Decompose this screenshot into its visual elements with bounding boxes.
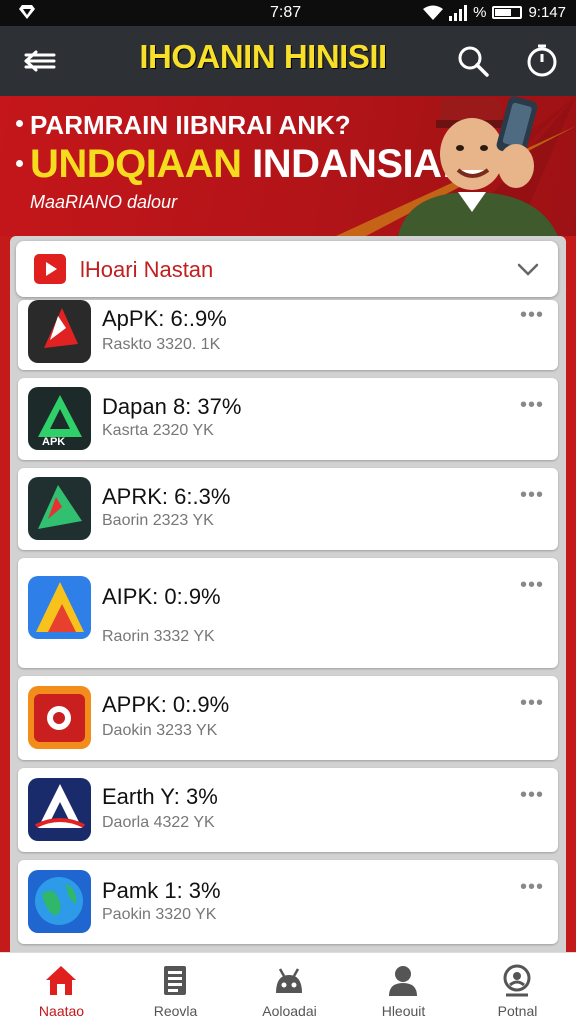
app-list-item[interactable]: Pamk 1: 3% Paokin 3320 YK ••• [18, 860, 558, 944]
notification-icon [19, 5, 35, 19]
app-name: Dapan 8: 37% [102, 394, 242, 419]
app-icon-globe [28, 870, 91, 933]
app-list-item[interactable]: APPK: 0:.9% Daokin 3233 YK ••• [18, 676, 558, 760]
app-list-item[interactable]: ApPK: 6:.9% Raskto 3320. 1K ••• [18, 300, 558, 370]
banner-bullet [16, 160, 23, 167]
nav-label: Aoloadai [262, 1003, 317, 1019]
app-list-item[interactable]: AIPK: 0:.9% Raorin 3332 YK ••• [18, 558, 558, 668]
more-options-icon[interactable]: ••• [520, 785, 544, 805]
nav-label: Potnal [497, 1003, 538, 1019]
more-options-icon[interactable]: ••• [520, 485, 544, 505]
search-icon[interactable] [456, 44, 490, 78]
banner-line-3: MaaRIANO dalour [30, 192, 178, 212]
more-options-icon[interactable]: ••• [520, 395, 544, 415]
robot-icon [276, 968, 302, 993]
more-options-icon[interactable]: ••• [520, 693, 544, 713]
app-icon-green-apk: APK [28, 387, 91, 450]
chevron-down-icon[interactable] [516, 257, 540, 281]
nav-home[interactable]: Naatao [4, 953, 119, 1024]
app-meta: Daokin 3233 YK [102, 722, 218, 739]
svg-text:APK: APK [42, 436, 65, 448]
wifi-icon [423, 5, 444, 20]
app-meta: Raorin 3332 YK [102, 628, 215, 645]
app-name: Pamk 1: 3% [102, 878, 221, 903]
nav-label: Naatao [38, 1003, 85, 1019]
document-icon [164, 966, 186, 995]
banner-bullet [16, 120, 23, 127]
app-meta: Daorla 4322 YK [102, 814, 215, 831]
back-menu-icon[interactable] [22, 44, 58, 78]
category-dropdown[interactable]: lHoari Nastan [16, 241, 558, 297]
dropdown-label: lHoari Nastan [80, 257, 214, 282]
app-meta: Baorin 2323 YK [102, 512, 214, 529]
person-icon [389, 966, 417, 996]
app-name: Earth Y: 3% [102, 784, 218, 809]
app-bar: IHOANIN HINISII [0, 26, 576, 96]
nav-label: Reovla [153, 1003, 198, 1019]
nav-label: Hleouit [381, 1003, 426, 1019]
home-icon [46, 966, 76, 995]
app-icon-orange-store [28, 686, 91, 749]
app-icon-green-play [28, 477, 91, 540]
soldier-with-phone-illustration [398, 96, 558, 236]
status-time: 7:87 [270, 4, 302, 21]
nav-account[interactable]: Hleouit [346, 953, 461, 1024]
profile-badge-icon [503, 964, 531, 997]
app-name: APRK: 6:.3% [102, 484, 231, 509]
banner-highlight: UNDQIAAN [30, 142, 242, 186]
app-list-item[interactable]: Earth Y: 3% Daorla 4322 YK ••• [18, 768, 558, 852]
status-clock-right: 9:147 [528, 4, 566, 21]
bottom-navigation: Naatao Reovla Aoloadai Hleouit Potnal [0, 952, 576, 1024]
signal-icon [449, 4, 468, 21]
youtube-icon [34, 254, 66, 284]
app-name: APPK: 0:.9% [102, 692, 230, 717]
app-title: IHOANIN HINISII [139, 38, 387, 75]
nav-portal[interactable]: Potnal [460, 953, 575, 1024]
app-list-item[interactable]: APK Dapan 8: 37% Kasrta 2320 YK ••• [18, 378, 558, 460]
banner-line-1: PARMRAIN IIBNRAI ANK? [30, 110, 351, 140]
app-meta: Kasrta 2320 YK [102, 422, 214, 439]
app-icon-navy-apk [28, 778, 91, 841]
app-name: ApPK: 6:.9% [102, 306, 227, 331]
app-icon-blue-play [28, 576, 91, 639]
app-list-item[interactable]: APRK: 6:.3% Baorin 2323 YK ••• [18, 468, 558, 550]
battery-percent: % [473, 4, 487, 21]
more-options-icon[interactable]: ••• [520, 877, 544, 897]
stopwatch-icon[interactable] [524, 42, 560, 78]
more-options-icon[interactable]: ••• [520, 575, 544, 595]
promo-banner[interactable]: PARMRAIN IIBNRAI ANK? UNDQIAAN INDANSIA!… [0, 96, 576, 236]
nav-downloads[interactable]: Aoloadai [232, 953, 347, 1024]
nav-reviews[interactable]: Reovla [118, 953, 233, 1024]
app-meta: Raskto 3320. 1K [102, 336, 221, 353]
app-icon-red-play [28, 300, 91, 363]
app-name: AIPK: 0:.9% [102, 584, 221, 609]
battery-icon [492, 6, 523, 19]
app-meta: Paokin 3320 YK [102, 906, 217, 923]
status-bar: 7:87 % 9:147 [0, 0, 576, 26]
more-options-icon[interactable]: ••• [520, 305, 544, 325]
